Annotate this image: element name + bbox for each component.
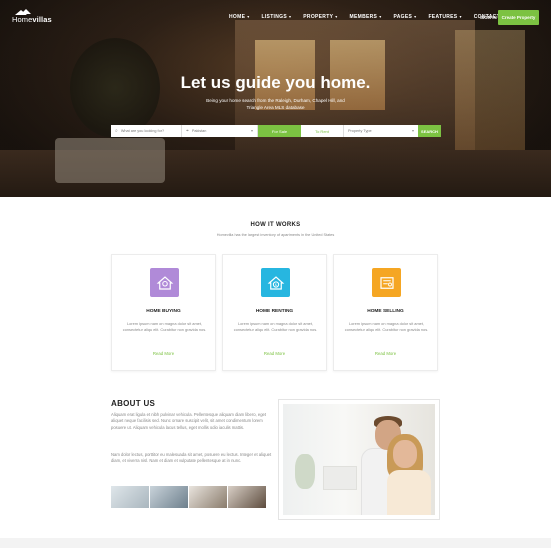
card-description: Lorem ipsum nam on magna dolor sit amet,… bbox=[233, 321, 318, 332]
property-type-select[interactable]: Property Type ▾ bbox=[344, 125, 418, 137]
main-menu: HOME ▾ LISTINGS ▾ PROPERTY ▾ MEMBERS ▾ PAGES… bbox=[229, 14, 512, 20]
menu-item-property[interactable]: PROPERTY ▾ bbox=[303, 14, 337, 20]
hero-sofa bbox=[55, 138, 165, 183]
home-renting-icon: $ bbox=[261, 268, 290, 297]
chevron-down-icon: ▾ bbox=[414, 14, 417, 19]
chevron-down-icon: ▾ bbox=[459, 14, 462, 19]
card-title: HOME RENTING bbox=[255, 309, 294, 314]
about-title: ABOUT US bbox=[111, 399, 156, 408]
site-logo[interactable]: Homevillas bbox=[12, 9, 52, 26]
location-select[interactable]: ⌖ Pakistan ▾ bbox=[182, 125, 258, 137]
woman-head bbox=[393, 440, 417, 468]
search-icon: ⌕ bbox=[115, 128, 118, 134]
menu-item-members[interactable]: MEMBERS ▾ bbox=[350, 14, 382, 20]
about-photo bbox=[278, 399, 440, 520]
gallery-thumbnail[interactable] bbox=[111, 486, 149, 508]
woman-body bbox=[387, 470, 431, 515]
card-home-selling: HOME SELLING Lorem ipsum nam on magna do… bbox=[333, 254, 438, 371]
home-selling-icon bbox=[372, 268, 401, 297]
location-pin-icon: ⌖ bbox=[186, 128, 189, 134]
property-search-bar: ⌕ What are you looking for? ⌖ Pakistan ▾… bbox=[111, 125, 441, 137]
about-paragraph: Nam dolor lectus, porttitor eu malesuada… bbox=[111, 452, 272, 464]
chevron-down-icon: ▾ bbox=[335, 14, 338, 19]
card-description: Lorem ipsum nam on magna dolor sit amet,… bbox=[122, 321, 207, 332]
card-description: Lorem ipsum nam on magna dolor sit amet,… bbox=[344, 321, 429, 332]
chevron-down-icon: ▾ bbox=[250, 128, 253, 133]
for-sale-tab[interactable]: For Sale bbox=[258, 125, 301, 137]
section-subtitle: Homevilla has the largest inventory of a… bbox=[216, 233, 335, 237]
keyword-placeholder: What are you looking for? bbox=[120, 129, 165, 133]
hero-title: Let us guide you home. bbox=[180, 73, 371, 92]
hero-subtitle: Being your home search from the Raleigh,… bbox=[206, 98, 345, 110]
read-more-link[interactable]: Read More bbox=[223, 351, 326, 356]
card-home-renting: $ HOME RENTING Lorem ipsum nam on magna … bbox=[222, 254, 327, 371]
gallery-thumbnail[interactable] bbox=[189, 486, 227, 508]
hero-door bbox=[455, 30, 525, 160]
keyword-input[interactable]: ⌕ What are you looking for? bbox=[111, 125, 182, 137]
sign-in-link[interactable]: SIGN IN bbox=[480, 15, 497, 20]
chevron-down-icon: ▾ bbox=[379, 14, 382, 19]
about-paragraph: Aliquam erat ligula et nibh pulvinar veh… bbox=[111, 412, 267, 430]
menu-item-pages[interactable]: PAGES ▾ bbox=[394, 14, 417, 20]
gallery-thumbnail[interactable] bbox=[228, 486, 266, 508]
read-more-link[interactable]: Read More bbox=[334, 351, 437, 356]
card-home-buying: HOME BUYING Lorem ipsum nam on magna dol… bbox=[111, 254, 216, 371]
section-title: HOW IT WORKS bbox=[250, 222, 301, 228]
search-button[interactable]: SEARCH bbox=[418, 125, 441, 137]
how-it-works-section: HOW IT WORKS Homevilla has the largest i… bbox=[0, 197, 551, 390]
hero-banner: Homevillas HOME ▾ LISTINGS ▾ PROPERTY ▾ MEM… bbox=[0, 0, 551, 197]
card-title: HOME SELLING bbox=[367, 309, 404, 314]
menu-item-listings[interactable]: LISTINGS ▾ bbox=[262, 14, 292, 20]
create-property-button[interactable]: Create Property bbox=[498, 10, 539, 25]
menu-item-home[interactable]: HOME ▾ bbox=[229, 14, 250, 20]
couple-image bbox=[283, 404, 435, 515]
to-rent-tab[interactable]: To Rent bbox=[301, 125, 344, 137]
chevron-down-icon: ▾ bbox=[247, 14, 250, 19]
footer-strip bbox=[0, 538, 551, 548]
gallery-thumbnails bbox=[111, 486, 266, 508]
logo-roof-icon bbox=[21, 9, 31, 14]
chevron-down-icon: ▾ bbox=[411, 128, 414, 133]
menu-item-features[interactable]: FEATURES ▾ bbox=[428, 14, 461, 20]
gallery-thumbnail[interactable] bbox=[150, 486, 188, 508]
chevron-down-icon: ▾ bbox=[288, 14, 292, 19]
property-type-value: Property Type bbox=[348, 129, 372, 133]
home-buying-icon bbox=[150, 268, 179, 297]
top-nav: Homevillas HOME ▾ LISTINGS ▾ PROPERTY ▾ MEM… bbox=[0, 8, 551, 28]
logo-text: Homevillas bbox=[12, 15, 52, 24]
location-value: Pakistan bbox=[191, 129, 207, 133]
plant bbox=[295, 454, 315, 489]
shelf bbox=[323, 466, 357, 490]
read-more-link[interactable]: Read More bbox=[112, 351, 215, 356]
card-title: HOME BUYING bbox=[146, 309, 181, 314]
about-section: ABOUT US Aliquam erat ligula et nibh pul… bbox=[0, 390, 551, 548]
